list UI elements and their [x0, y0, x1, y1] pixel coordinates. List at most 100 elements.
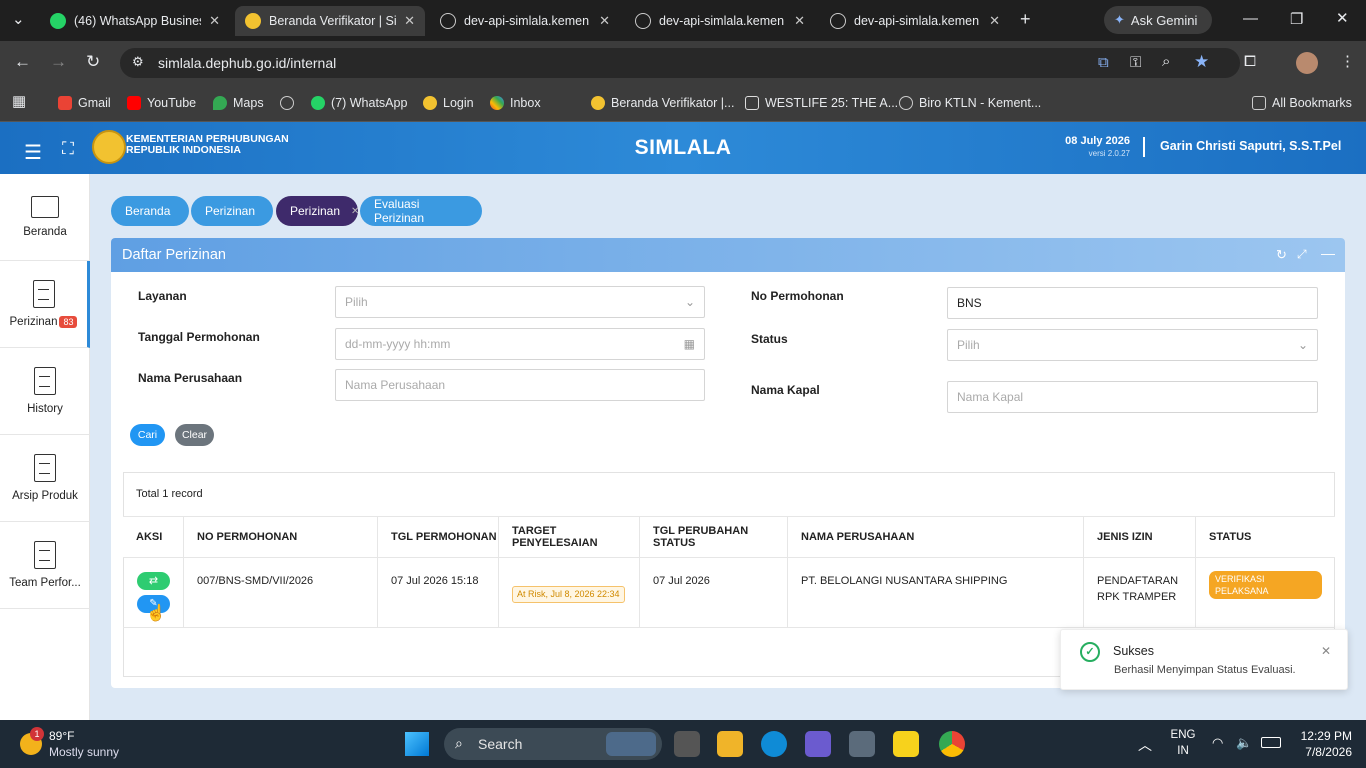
- install-app-icon[interactable]: ⧉: [1098, 54, 1109, 71]
- close-icon[interactable]: ✕: [989, 13, 1000, 29]
- key-icon[interactable]: ⚿: [1130, 54, 1141, 71]
- column-header: NAMA PERUSAHAAN: [788, 516, 1084, 558]
- bookmark-inbox[interactable]: Inbox: [490, 92, 541, 114]
- nama-kapal-input[interactable]: Nama Kapal: [947, 381, 1318, 413]
- tab-dev-api-2[interactable]: dev-api-simlala.kemen ✕: [625, 6, 815, 36]
- camera-icon[interactable]: [849, 731, 875, 757]
- app-icon[interactable]: [805, 731, 831, 757]
- wifi-icon[interactable]: ◠: [1212, 735, 1223, 751]
- back-icon[interactable]: ←: [14, 52, 31, 72]
- zoom-icon[interactable]: ⌕: [1162, 53, 1170, 70]
- maximize-icon[interactable]: ❐: [1290, 10, 1303, 28]
- reload-icon[interactable]: ↻: [86, 52, 100, 72]
- sidebar-item-team-performance[interactable]: Team Perfor...: [0, 522, 90, 609]
- file-explorer-icon[interactable]: [717, 731, 743, 757]
- close-icon[interactable]: ✕: [351, 206, 359, 217]
- user-name[interactable]: Garin Christi Saputri, S.S.T.Pel: [1160, 139, 1341, 153]
- close-icon[interactable]: ✕: [209, 13, 220, 29]
- table-cell-no-permohonan: 007/BNS-SMD/VII/2026: [184, 558, 378, 628]
- switch-icon-button[interactable]: ⇄: [137, 572, 170, 590]
- sidebar-item-arsip-produk[interactable]: Arsip Produk: [0, 435, 90, 522]
- no-permohonan-input[interactable]: BNS: [947, 287, 1318, 319]
- document-icon: [34, 367, 56, 395]
- extensions-icon[interactable]: ⧠: [1244, 53, 1256, 70]
- address-bar[interactable]: simlala.dephub.go.id/internal: [120, 48, 1240, 78]
- total-records: Total 1 record: [136, 488, 203, 500]
- breadcrumb-evaluasi-perizinan[interactable]: Evaluasi Perizinan: [360, 196, 482, 226]
- bookmark-whatsapp[interactable]: (7) WhatsApp: [311, 92, 407, 114]
- edge-icon[interactable]: [761, 731, 787, 757]
- expand-icon[interactable]: ⤢: [1297, 247, 1307, 262]
- language-eng[interactable]: ENG: [1170, 729, 1196, 741]
- monitor-icon: [31, 196, 59, 218]
- bookmark-maps[interactable]: Maps: [213, 92, 264, 114]
- sidebar-item-beranda[interactable]: Beranda: [0, 174, 90, 261]
- bookmark-globe[interactable]: [280, 92, 294, 114]
- clear-button[interactable]: Clear: [175, 424, 214, 446]
- bookmark-beranda[interactable]: Beranda Verifikator |...: [591, 92, 734, 114]
- header-divider: [1143, 137, 1145, 157]
- no-permohonan-label: No Permohonan: [751, 289, 844, 303]
- document-icon: [32, 280, 55, 308]
- tanggal-permohonan-input[interactable]: dd-mm-yyyy hh:mm ▦: [335, 328, 705, 360]
- breadcrumb-perizinan[interactable]: Perizinan: [191, 196, 273, 226]
- new-tab-icon[interactable]: +: [1020, 9, 1031, 30]
- clock-time[interactable]: 12:29 PM: [1292, 729, 1352, 743]
- bookmark-gmail[interactable]: Gmail: [58, 92, 111, 114]
- bookmark-login[interactable]: Login: [423, 92, 474, 114]
- kemenhub-icon: [423, 96, 437, 110]
- bookmark-westlife[interactable]: WESTLIFE 25: THE A...: [745, 92, 898, 114]
- tab-beranda-verifikator[interactable]: Beranda Verifikator | Si ✕: [235, 6, 425, 36]
- chrome-icon[interactable]: [939, 731, 965, 757]
- sticky-notes-icon[interactable]: [893, 731, 919, 757]
- site-info-icon[interactable]: ⚙: [132, 54, 144, 70]
- clock-date[interactable]: 7/8/2026: [1292, 745, 1352, 759]
- tab-dev-api-3[interactable]: dev-api-simlala.kemen ✕: [820, 6, 1010, 36]
- cari-button[interactable]: Cari: [130, 424, 165, 446]
- column-header: TGL PERMOHONAN: [378, 516, 499, 558]
- layanan-select[interactable]: Pilih ⌄: [335, 286, 705, 318]
- close-window-icon[interactable]: ✕: [1336, 9, 1349, 27]
- close-icon[interactable]: ✕: [1321, 644, 1331, 658]
- ask-gemini-button[interactable]: ✦ Ask Gemini: [1104, 6, 1212, 34]
- globe-icon: [899, 96, 913, 110]
- panel-header: Daftar Perizinan: [111, 238, 1345, 272]
- menu-dots-icon[interactable]: ⋮: [1340, 52, 1355, 70]
- volume-icon[interactable]: 🔈: [1236, 735, 1252, 751]
- minimize-icon[interactable]: —: [1243, 10, 1258, 27]
- tab-search-icon[interactable]: ⌄: [12, 10, 25, 28]
- nama-perusahaan-input[interactable]: Nama Perusahaan: [335, 369, 705, 401]
- table-cell-status: VERIFIKASI PELAKSANA: [1196, 558, 1335, 628]
- bookmark-biro-ktln[interactable]: Biro KTLN - Kement...: [899, 92, 1041, 114]
- all-bookmarks[interactable]: All Bookmarks: [1252, 92, 1352, 114]
- close-icon[interactable]: ✕: [404, 13, 415, 29]
- sidebar-item-perizinan[interactable]: Perizinan 83: [0, 261, 90, 348]
- task-view-icon[interactable]: [674, 731, 700, 757]
- bookmark-youtube[interactable]: YouTube: [127, 92, 196, 114]
- close-icon[interactable]: ✕: [794, 13, 805, 29]
- table-cell-nama-perusahaan: PT. BELOLANGI NUSANTARA SHIPPING: [788, 558, 1084, 628]
- collapse-icon[interactable]: —: [1321, 245, 1335, 261]
- breadcrumb-beranda[interactable]: Beranda: [111, 196, 189, 226]
- battery-icon[interactable]: [1261, 737, 1281, 748]
- bookmark-star-icon[interactable]: ★: [1194, 52, 1209, 72]
- refresh-icon[interactable]: ↻: [1276, 247, 1287, 263]
- perizinan-count-badge: 83: [59, 316, 78, 328]
- close-icon[interactable]: ✕: [599, 13, 610, 29]
- forward-icon[interactable]: →: [50, 52, 67, 72]
- apps-grid-icon[interactable]: ▦: [12, 92, 26, 110]
- language-in[interactable]: IN: [1170, 745, 1196, 757]
- tab-whatsapp[interactable]: (46) WhatsApp Busines ✕: [40, 6, 230, 36]
- sidebar-item-history[interactable]: History: [0, 348, 90, 435]
- status-select[interactable]: Pilih ⌄: [947, 329, 1318, 361]
- chevron-up-icon[interactable]: ︿: [1138, 735, 1152, 755]
- profile-avatar[interactable]: [1296, 52, 1318, 74]
- windows-start-icon[interactable]: [405, 732, 429, 756]
- header-date: 08 July 2026: [1065, 135, 1130, 147]
- tab-dev-api-1[interactable]: dev-api-simlala.kemen ✕: [430, 6, 620, 36]
- column-header: AKSI: [123, 516, 184, 558]
- kemenhub-icon: [591, 96, 605, 110]
- breadcrumb-perizinan-current[interactable]: Perizinan ✕: [276, 196, 359, 226]
- status-label: Status: [751, 332, 788, 346]
- pinwheel-icon: [490, 96, 504, 110]
